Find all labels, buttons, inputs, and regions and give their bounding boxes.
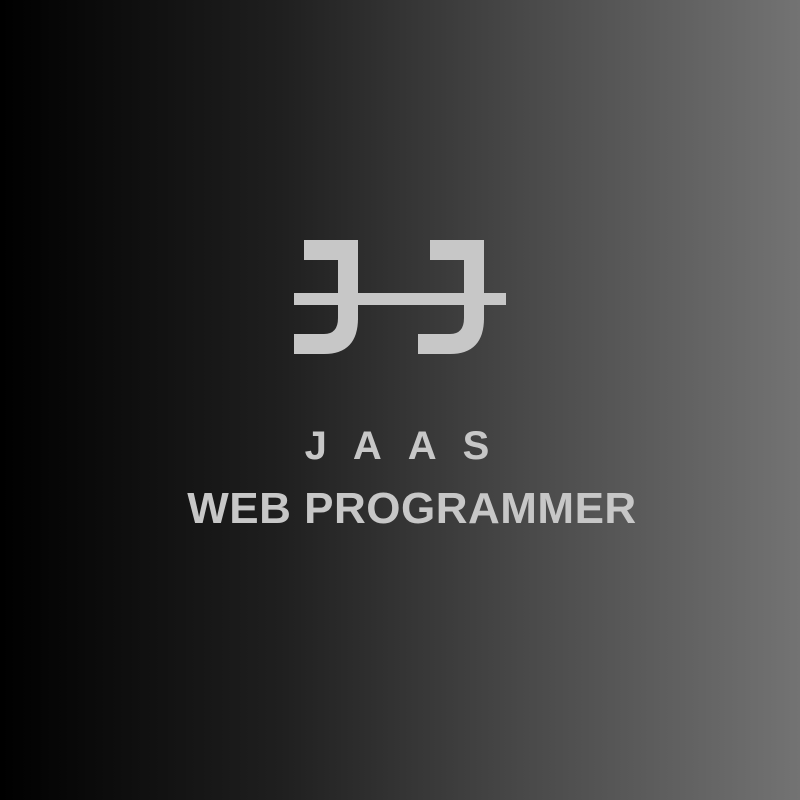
left-j-stem (338, 240, 358, 320)
left-j-hook (294, 318, 358, 354)
double-j-monogram-icon (290, 238, 510, 358)
right-j-stem (464, 240, 484, 320)
right-j-hook (418, 318, 484, 354)
brand-name: JAAS (304, 424, 516, 468)
logo-canvas: JAAS WEB PROGRAMMER (0, 0, 800, 800)
brand-tagline: WEB PROGRAMMER (187, 484, 637, 533)
monogram-crossbar (294, 293, 506, 305)
